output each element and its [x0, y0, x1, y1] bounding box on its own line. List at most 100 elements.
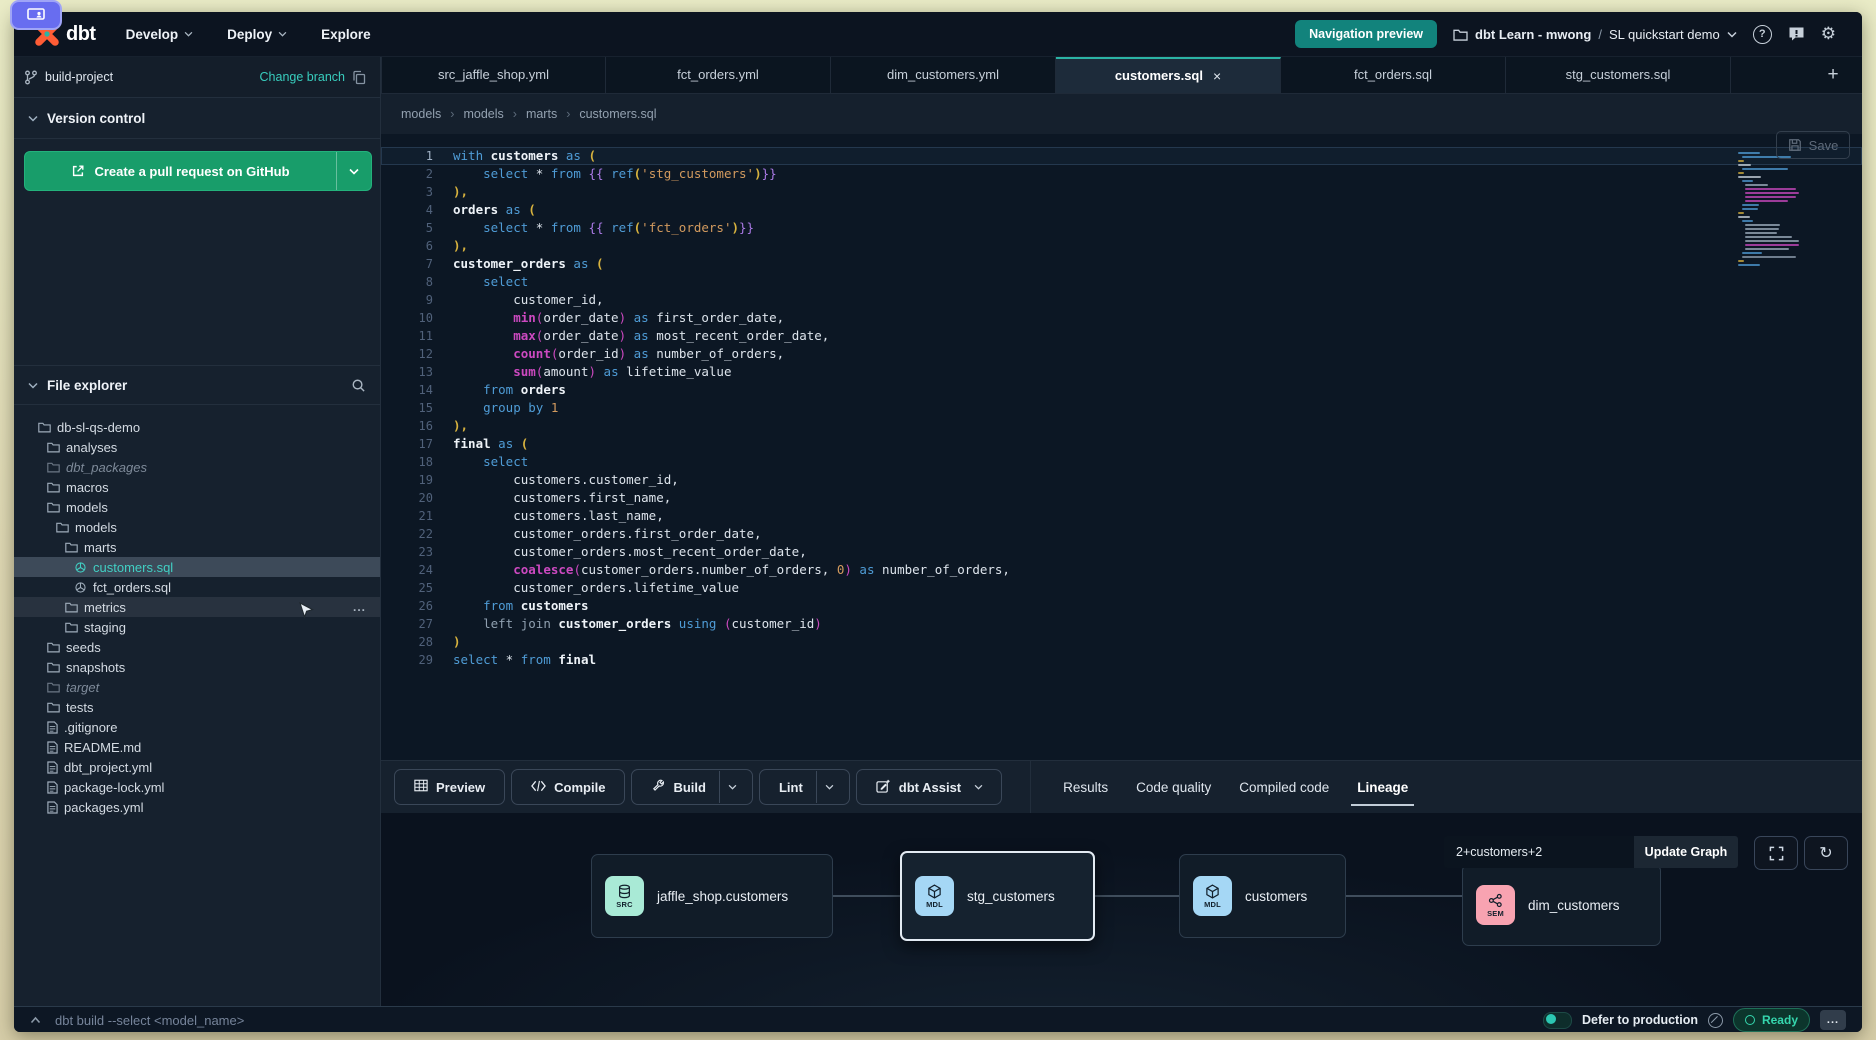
- tree-item-package-lock-yml[interactable]: package-lock.yml: [14, 777, 380, 797]
- panel-tab-lineage[interactable]: Lineage: [1343, 761, 1422, 813]
- button-main[interactable]: Build: [638, 771, 719, 803]
- chevron-down-icon[interactable]: [974, 771, 995, 803]
- tree-item-metrics[interactable]: metrics...: [14, 597, 380, 617]
- tree-item-readme-md[interactable]: README.md: [14, 737, 380, 757]
- code-line-16[interactable]: 16),: [381, 417, 1862, 435]
- close-icon[interactable]: ×: [1213, 68, 1221, 84]
- code-line-6[interactable]: 6),: [381, 237, 1862, 255]
- copy-branch-icon[interactable]: [352, 70, 366, 85]
- tree-item-target[interactable]: target: [14, 677, 380, 697]
- fullscreen-button[interactable]: [1754, 836, 1798, 870]
- code-line-7[interactable]: 7customer_orders as (: [381, 255, 1862, 273]
- create-pull-request-button[interactable]: Create a pull request on GitHub: [24, 151, 372, 191]
- code-editor[interactable]: 1with customers as (2 select * from {{ r…: [381, 134, 1862, 761]
- code-line-17[interactable]: 17final as (: [381, 435, 1862, 453]
- expand-panel-chevron[interactable]: [30, 1016, 41, 1024]
- code-line-2[interactable]: 2 select * from {{ ref('stg_customers')}…: [381, 165, 1862, 183]
- code-line-24[interactable]: 24 coalesce(customer_orders.number_of_or…: [381, 561, 1862, 579]
- help-icon[interactable]: ?: [1753, 25, 1772, 44]
- code-line-13[interactable]: 13 sum(amount) as lifetime_value: [381, 363, 1862, 381]
- row-more-button[interactable]: ...: [353, 600, 366, 614]
- defer-toggle[interactable]: [1543, 1012, 1572, 1029]
- code-line-4[interactable]: 4orders as (: [381, 201, 1862, 219]
- code-line-3[interactable]: 3),: [381, 183, 1862, 201]
- command-input[interactable]: dbt build --select <model_name>: [55, 1013, 244, 1028]
- tree-item-models[interactable]: models: [14, 517, 380, 537]
- code-line-18[interactable]: 18 select: [381, 453, 1862, 471]
- button-main[interactable]: Compile: [518, 771, 618, 803]
- code-line-26[interactable]: 26 from customers: [381, 597, 1862, 615]
- tree-item-packages-yml[interactable]: packages.yml: [14, 797, 380, 817]
- chevron-down-icon[interactable]: [816, 771, 843, 803]
- editor-tab-customers-sql[interactable]: customers.sql×: [1056, 57, 1281, 93]
- code-line-28[interactable]: 28): [381, 633, 1862, 651]
- change-branch-link[interactable]: Change branch: [260, 70, 345, 84]
- code-line-5[interactable]: 5 select * from {{ ref('fct_orders')}}: [381, 219, 1862, 237]
- editor-tab-src-jaffle-shop-yml[interactable]: src_jaffle_shop.yml: [381, 57, 606, 93]
- refresh-button[interactable]: ↻: [1804, 836, 1848, 870]
- new-tab-button[interactable]: +: [1818, 57, 1848, 93]
- statusbar-more-button[interactable]: ...: [1820, 1010, 1846, 1030]
- dbt-assist-button[interactable]: dbt Assist: [856, 769, 1002, 805]
- code-line-8[interactable]: 8 select: [381, 273, 1862, 291]
- nav-menu-explore[interactable]: Explore: [321, 27, 371, 42]
- nav-menu-deploy[interactable]: Deploy: [227, 27, 287, 42]
- file-explorer-header[interactable]: File explorer: [14, 365, 380, 405]
- breadcrumb-item[interactable]: marts: [526, 107, 557, 121]
- tree-item-tests[interactable]: tests: [14, 697, 380, 717]
- tree-item-snapshots[interactable]: snapshots: [14, 657, 380, 677]
- code-line-12[interactable]: 12 count(order_id) as number_of_orders,: [381, 345, 1862, 363]
- tree-item-analyses[interactable]: analyses: [14, 437, 380, 457]
- defer-help-icon[interactable]: [1708, 1013, 1723, 1028]
- preview-button[interactable]: Preview: [394, 769, 505, 805]
- tree-item-fct-orders-sql[interactable]: fct_orders.sql: [14, 577, 380, 597]
- code-line-23[interactable]: 23 customer_orders.most_recent_order_dat…: [381, 543, 1862, 561]
- compile-button[interactable]: Compile: [511, 769, 625, 805]
- tree-item-models[interactable]: models: [14, 497, 380, 517]
- breadcrumb-item[interactable]: customers.sql: [579, 107, 656, 121]
- project-breadcrumb[interactable]: dbt Learn - mwong / SL quickstart demo: [1453, 27, 1737, 42]
- lineage-node-stg-customers[interactable]: MDLstg_customers: [900, 851, 1095, 941]
- chevron-down-icon[interactable]: [719, 771, 746, 803]
- update-graph-button[interactable]: Update Graph: [1634, 836, 1738, 868]
- tree-item-db-sl-qs-demo[interactable]: db-sl-qs-demo: [14, 417, 380, 437]
- tree-item-dbt-project-yml[interactable]: dbt_project.yml: [14, 757, 380, 777]
- gear-icon[interactable]: ⚙: [1821, 26, 1836, 43]
- editor-minimap[interactable]: [1738, 152, 1796, 268]
- nav-menu-develop[interactable]: Develop: [126, 27, 194, 42]
- code-line-19[interactable]: 19 customers.customer_id,: [381, 471, 1862, 489]
- code-line-21[interactable]: 21 customers.last_name,: [381, 507, 1862, 525]
- button-main[interactable]: dbt Assist: [863, 771, 974, 803]
- code-line-20[interactable]: 20 customers.first_name,: [381, 489, 1862, 507]
- lineage-canvas[interactable]: 2+customers+2 Update Graph ↻ SRCjaffle_s…: [381, 813, 1862, 1006]
- lineage-node-dim-customers[interactable]: SEMdim_customers: [1462, 864, 1661, 946]
- version-control-header[interactable]: Version control: [14, 97, 380, 139]
- code-line-1[interactable]: 1with customers as (: [381, 147, 1862, 165]
- editor-tab-dim-customers-yml[interactable]: dim_customers.yml: [831, 57, 1056, 93]
- code-line-22[interactable]: 22 customer_orders.first_order_date,: [381, 525, 1862, 543]
- pr-button-dropdown[interactable]: [336, 152, 371, 190]
- panel-tab-compiled-code[interactable]: Compiled code: [1225, 761, 1343, 813]
- tree-item-customers-sql[interactable]: customers.sql: [14, 557, 380, 577]
- tree-item--gitignore[interactable]: .gitignore: [14, 717, 380, 737]
- editor-tab-fct-orders-yml[interactable]: fct_orders.yml: [606, 57, 831, 93]
- editor-tab-stg-customers-sql[interactable]: stg_customers.sql: [1506, 57, 1731, 93]
- breadcrumb-item[interactable]: models: [401, 107, 441, 121]
- code-line-10[interactable]: 10 min(order_date) as first_order_date,: [381, 309, 1862, 327]
- panel-tab-results[interactable]: Results: [1049, 761, 1122, 813]
- tree-item-dbt-packages[interactable]: dbt_packages: [14, 457, 380, 477]
- code-line-9[interactable]: 9 customer_id,: [381, 291, 1862, 309]
- button-main[interactable]: Lint: [766, 771, 816, 803]
- build-button[interactable]: Build: [631, 769, 753, 805]
- code-line-27[interactable]: 27 left join customer_orders using (cust…: [381, 615, 1862, 633]
- feedback-icon[interactable]: [1788, 26, 1805, 42]
- lineage-node-jaffle-shop-customers[interactable]: SRCjaffle_shop.customers: [591, 854, 833, 938]
- code-line-29[interactable]: 29select * from final: [381, 651, 1862, 669]
- breadcrumb-item[interactable]: models: [463, 107, 503, 121]
- code-line-11[interactable]: 11 max(order_date) as most_recent_order_…: [381, 327, 1862, 345]
- editor-tab-fct-orders-sql[interactable]: fct_orders.sql: [1281, 57, 1506, 93]
- lineage-search-input[interactable]: 2+customers+2: [1444, 836, 1634, 868]
- button-main[interactable]: Preview: [401, 771, 498, 803]
- panel-tab-code-quality[interactable]: Code quality: [1122, 761, 1225, 813]
- tree-item-macros[interactable]: macros: [14, 477, 380, 497]
